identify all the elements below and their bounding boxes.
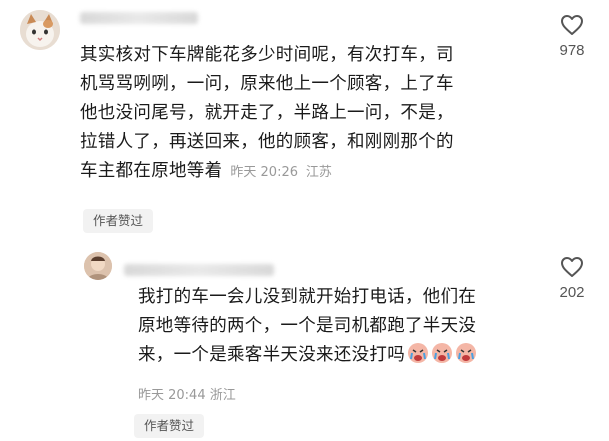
heart-outline-icon: [561, 257, 583, 277]
reply-location: 浙江: [209, 388, 236, 403]
crying-face-emoji-icon: [455, 342, 477, 364]
reply-text: 我打的车一会儿没到就开始打电话，他们在 原地等待的两个，一个是司机都跑了半天没 …: [138, 287, 477, 365]
reply-username-blurred[interactable]: [124, 264, 274, 276]
commenter-avatar[interactable]: [20, 10, 60, 50]
reply-meta: 昨天 20:44 浙江: [138, 384, 236, 403]
like-button[interactable]: 978: [547, 14, 597, 59]
reply-time: 昨天 20:44: [138, 388, 206, 403]
author-liked-badge: 作者赞过: [83, 209, 154, 233]
crying-face-emoji-icon: [407, 342, 429, 364]
author-liked-badge: 作者赞过: [134, 414, 205, 438]
comment-location: 江苏: [305, 165, 332, 180]
comment-text: 其实核对下车牌能花多少时间呢，有次打车，司 机骂骂咧咧，一问，原来他上一个顾客，…: [80, 45, 454, 181]
cat-avatar-icon: [20, 10, 60, 50]
commenter-username-blurred[interactable]: [80, 12, 198, 24]
reply-like-button[interactable]: 202: [547, 256, 597, 301]
person-avatar-icon: [84, 252, 112, 280]
crying-face-emoji-icon: [431, 342, 453, 364]
comment-time: 昨天 20:26: [230, 165, 299, 180]
reply-avatar[interactable]: [84, 252, 112, 280]
like-count: 978: [559, 42, 585, 59]
heart-outline-icon: [561, 15, 583, 35]
like-count: 202: [559, 284, 585, 301]
